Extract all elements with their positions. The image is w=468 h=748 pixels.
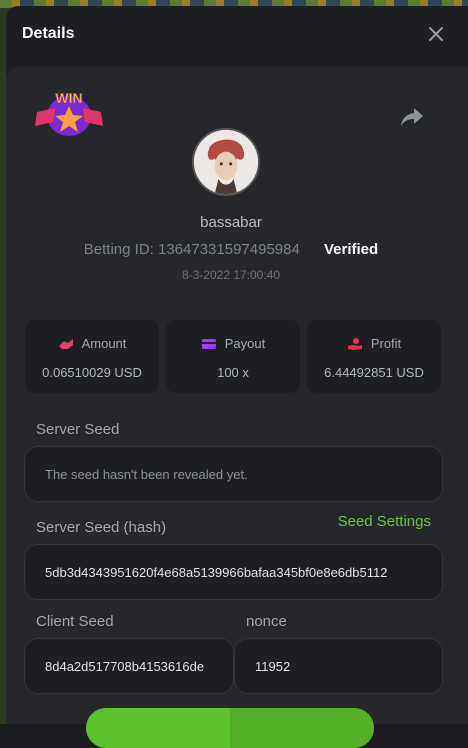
modal-title: Details — [22, 25, 75, 42]
payout-stat-head: Payout — [166, 336, 300, 351]
bet-datetime: 8-3-2022 17:00:40 — [181, 268, 281, 282]
seed-settings-link[interactable]: Seed Settings — [338, 513, 431, 530]
server-seed-field: The seed hasn't been revealed yet. — [24, 446, 443, 502]
coin-hand-icon — [347, 338, 362, 350]
nonce-label: nonce — [246, 613, 287, 630]
card-icon — [201, 339, 216, 349]
amount-stat-head: Amount — [25, 336, 159, 351]
amount-stat: Amount 0.06510029 USD — [25, 320, 159, 393]
server-seed-hash-field[interactable]: 5db3d4343951620f4e68a5139966bafaa345bf0e… — [24, 544, 443, 600]
share-icon[interactable] — [400, 106, 424, 128]
wallet-hand-icon — [58, 339, 73, 349]
win-badge-text: WIN — [55, 90, 82, 106]
amount-label: Amount — [81, 336, 127, 351]
win-badge-icon: WIN — [35, 90, 103, 136]
verify-button[interactable] — [86, 708, 374, 748]
betting-id-value: 13647331597495984 — [158, 241, 300, 258]
modal-header: Details — [6, 6, 468, 66]
profit-stat-head: Profit — [307, 336, 441, 351]
amount-value: 0.06510029 USD — [42, 365, 142, 380]
verified-badge: Verified — [324, 241, 379, 258]
username: bassabar — [200, 214, 262, 231]
client-seed-field[interactable]: 8d4a2d517708b4153616de — [24, 638, 234, 694]
profit-label: Profit — [370, 336, 402, 351]
client-seed-label: Client Seed — [36, 613, 114, 630]
betting-id-line: Betting ID: 13647331597495984 Verified — [0, 241, 462, 258]
payout-value: 100 x — [217, 365, 249, 380]
betting-id-label: Betting ID: — [83, 241, 154, 258]
nonce-field[interactable]: 11952 — [234, 638, 443, 694]
profit-stat: Profit 6.44492851 USD — [307, 320, 441, 393]
server-seed-label: Server Seed — [36, 421, 120, 438]
avatar — [192, 128, 260, 196]
payout-label: Payout — [224, 336, 266, 351]
payout-stat: Payout 100 x — [166, 320, 300, 393]
close-icon[interactable] — [426, 24, 446, 44]
profit-value: 6.44492851 USD — [324, 365, 424, 380]
server-seed-hash-label: Server Seed (hash) — [36, 519, 167, 536]
